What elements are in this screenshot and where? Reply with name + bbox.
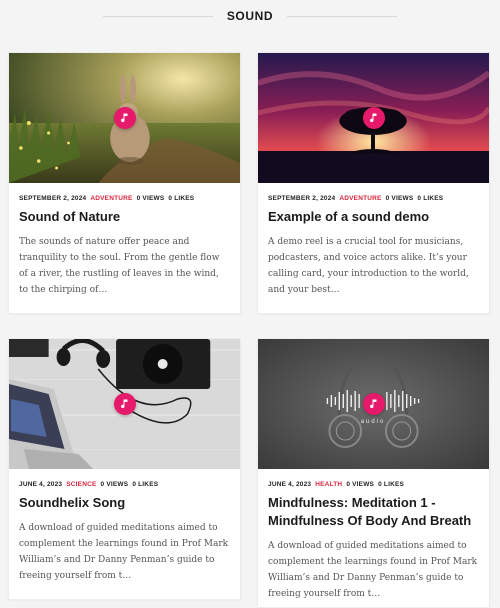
views-count: 0 VIEWS xyxy=(100,481,129,488)
post-thumbnail[interactable]: audio xyxy=(258,339,489,469)
post-card-4[interactable]: audio JUNE 4, 2023 HEALTH 0 VIEWS 0 LIKES M… xyxy=(257,338,490,608)
section-header: SOUND xyxy=(0,0,500,32)
post-date: JUNE 4, 2023 xyxy=(268,481,312,488)
audio-caption: audio xyxy=(361,419,385,425)
post-excerpt: A download of guided meditations aimed t… xyxy=(19,523,229,581)
likes-count: 0 LIKES xyxy=(132,481,159,488)
post-thumbnail[interactable] xyxy=(258,53,489,183)
likes-count: 0 LIKES xyxy=(417,195,444,202)
section-title: SOUND xyxy=(226,9,274,23)
category-link[interactable]: ADVENTURE xyxy=(90,195,132,202)
post-title[interactable]: Sound of Nature xyxy=(9,202,240,226)
post-card-2[interactable]: SEPTEMBER 2, 2024 ADVENTURE 0 VIEWS 0 LIKES… xyxy=(257,52,490,314)
views-count: 0 VIEWS xyxy=(346,481,375,488)
post-date: SEPTEMBER 2, 2024 xyxy=(19,195,87,202)
divider-left xyxy=(102,15,213,17)
music-note-icon[interactable] xyxy=(113,393,136,415)
category-link[interactable]: HEALTH xyxy=(315,481,342,488)
post-excerpt: A download of guided meditations aimed t… xyxy=(268,541,478,599)
post-meta: JUNE 4, 2023 HEALTH 0 VIEWS 0 LIKES xyxy=(258,469,489,488)
post-title[interactable]: Mindfulness: Meditation 1 - Mindfulness … xyxy=(258,488,489,530)
post-title[interactable]: Example of a sound demo xyxy=(258,202,489,226)
post-excerpt: A demo reel is a crucial tool for musici… xyxy=(268,237,469,295)
post-thumbnail[interactable] xyxy=(9,53,240,183)
likes-count: 0 LIKES xyxy=(378,481,405,488)
post-title[interactable]: Soundhelix Song xyxy=(9,488,240,512)
post-card-1[interactable]: SEPTEMBER 2, 2024 ADVENTURE 0 VIEWS 0 LIKES… xyxy=(8,52,241,314)
likes-count: 0 LIKES xyxy=(168,195,195,202)
views-count: 0 VIEWS xyxy=(136,195,165,202)
post-date: JUNE 4, 2023 xyxy=(19,481,63,488)
post-meta: JUNE 4, 2023 SCIENCE 0 VIEWS 0 LIKES xyxy=(9,469,240,488)
music-note-icon[interactable] xyxy=(362,107,385,129)
post-date: SEPTEMBER 2, 2024 xyxy=(268,195,336,202)
divider-right xyxy=(287,15,398,17)
post-meta: SEPTEMBER 2, 2024 ADVENTURE 0 VIEWS 0 LIKES xyxy=(258,183,489,202)
music-note-icon[interactable] xyxy=(113,107,136,129)
post-excerpt: The sounds of nature offer peace and tra… xyxy=(19,237,220,295)
category-link[interactable]: SCIENCE xyxy=(66,481,96,488)
views-count: 0 VIEWS xyxy=(385,195,414,202)
post-meta: SEPTEMBER 2, 2024 ADVENTURE 0 VIEWS 0 LIKES xyxy=(9,183,240,202)
post-thumbnail[interactable] xyxy=(9,339,240,469)
post-card-3[interactable]: JUNE 4, 2023 SCIENCE 0 VIEWS 0 LIKES Soundh… xyxy=(8,338,241,600)
music-note-icon[interactable] xyxy=(362,393,385,415)
category-link[interactable]: ADVENTURE xyxy=(339,195,381,202)
